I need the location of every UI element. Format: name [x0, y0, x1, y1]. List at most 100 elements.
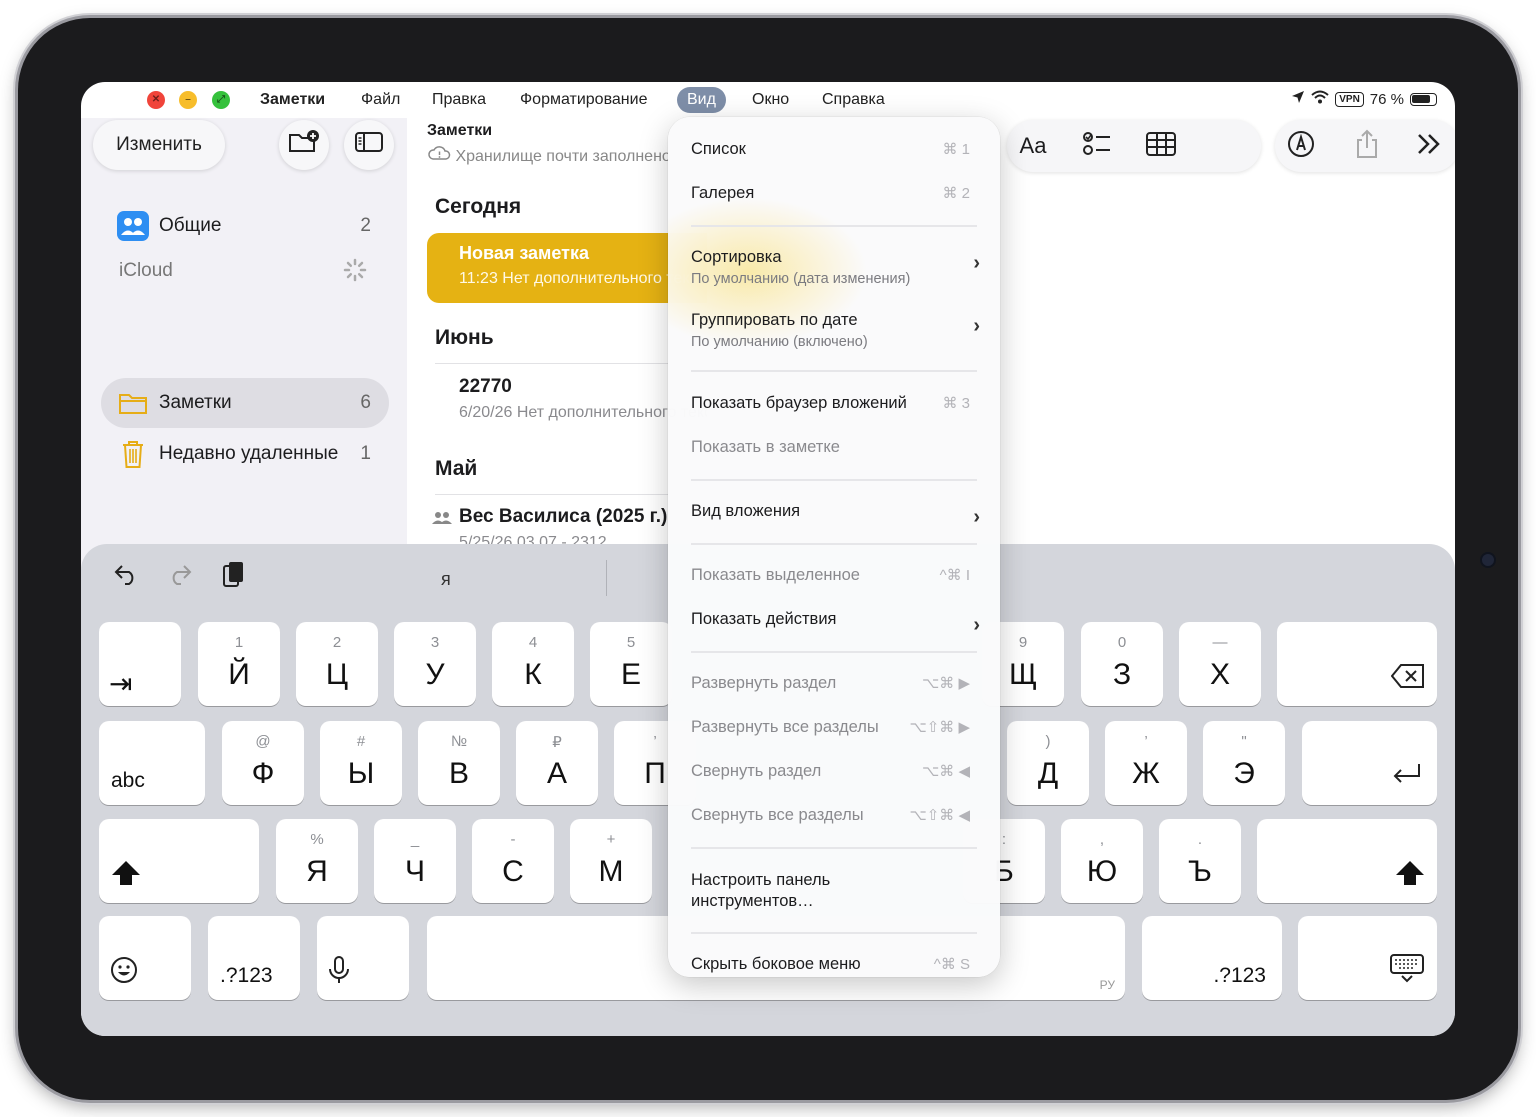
menu-item-expand-section[interactable]: Развернуть раздел ⌥⌘ ▶ [691, 674, 980, 693]
key-ъ[interactable]: .Ъ [1159, 819, 1241, 903]
chevron-right-icon: › [973, 315, 980, 337]
menu-item-collapse-section[interactable]: Свернуть раздел ⌥⌘ ◀ [691, 762, 980, 781]
menu-item-show-highlighted[interactable]: Показать выделенное ^⌘ I [691, 566, 980, 585]
key-ф[interactable]: @ Ф [222, 721, 304, 805]
shift-key-left[interactable] [99, 819, 259, 903]
window-maximize-button[interactable]: ⤢ [212, 91, 230, 109]
window-minimize-button[interactable]: – [179, 91, 197, 109]
more-button[interactable] [1411, 128, 1447, 164]
key-ю[interactable]: ,Ю [1061, 819, 1143, 903]
new-folder-button[interactable] [279, 120, 329, 170]
menu-help[interactable]: Справка [812, 87, 895, 113]
menu-window[interactable]: Окно [742, 87, 799, 113]
menu-item-attachments-browser[interactable]: Показать браузер вложений ⌘ 3 [691, 394, 980, 413]
menu-item-label: Свернуть все разделы [691, 806, 864, 824]
menu-item-hide-sidebar[interactable]: Скрыть боковое меню ^⌘ S [691, 955, 980, 974]
shift-icon [111, 860, 141, 891]
sidebar-item-label: Заметки [159, 392, 232, 413]
window-close-button[interactable]: ✕ [147, 91, 165, 109]
checklist-icon [1082, 130, 1112, 163]
view-menu-dropdown: Список ⌘ 1 Галерея ⌘ 2 Сортировка По умолча… [668, 117, 1000, 977]
key-э[interactable]: " Э [1203, 721, 1285, 805]
key-й[interactable]: 1Й [198, 622, 280, 706]
divider [435, 363, 707, 364]
sidebar-item-notes[interactable]: Заметки 6 [101, 378, 389, 428]
keyboard-suggestion[interactable]: я [441, 569, 451, 590]
menu-item-collapse-all-sections[interactable]: Свернуть все разделы ⌥⇧⌘ ◀ [691, 806, 980, 825]
menu-item-expand-all-sections[interactable]: Развернуть все разделы ⌥⇧⌘ ▶ [691, 718, 980, 737]
key-з[interactable]: 0З [1081, 622, 1163, 706]
menu-item-label: Показать действия [691, 610, 837, 628]
note-title: Вес Василиса (2025 г.) [459, 506, 668, 527]
menu-item-group-by-date[interactable]: Группировать по дате По умолчанию (включе… [691, 311, 980, 350]
key-у[interactable]: 3У [394, 622, 476, 706]
paste-button[interactable] [221, 560, 245, 595]
toggle-sidebar-button[interactable] [344, 120, 394, 170]
dictation-key[interactable] [317, 916, 409, 1000]
storage-warning[interactable]: Хранилище почти заполнено [427, 145, 671, 166]
menu-app[interactable]: Заметки [250, 87, 335, 113]
key-а[interactable]: ₽ А [516, 721, 598, 805]
menu-view[interactable]: Вид [677, 87, 726, 113]
menu-file[interactable]: Файл [351, 87, 410, 113]
markup-button[interactable] [1283, 128, 1319, 164]
menu-format[interactable]: Форматирование [510, 87, 657, 113]
menu-item-show-in-note[interactable]: Показать в заметке [691, 438, 980, 457]
menu-item-gallery[interactable]: Галерея ⌘ 2 [691, 184, 980, 203]
redo-button[interactable] [167, 562, 193, 591]
return-icon [1391, 762, 1423, 793]
key-secondary: - [510, 831, 516, 848]
menu-item-attachment-view[interactable]: Вид вложения › [691, 502, 980, 528]
key-secondary: # [356, 733, 366, 750]
key-х[interactable]: — Х [1179, 622, 1261, 706]
key-к[interactable]: 4К [492, 622, 574, 706]
abc-key[interactable]: abc [99, 721, 205, 805]
divider [435, 494, 707, 495]
share-button[interactable] [1349, 128, 1385, 164]
key-м[interactable]: + М [570, 819, 652, 903]
sidebar-item-shared[interactable]: Общие 2 [101, 201, 389, 251]
undo-button[interactable] [113, 562, 139, 591]
key-я[interactable]: % Я [276, 819, 358, 903]
menu-item-list[interactable]: Список ⌘ 1 [691, 140, 980, 159]
menu-item-customize-toolbar[interactable]: Настроить панель инструментов… [691, 870, 891, 912]
menu-item-show-actions[interactable]: Показать действия › [691, 610, 980, 636]
key-ц[interactable]: 2Ц [296, 622, 378, 706]
key-secondary: ’ [1144, 733, 1148, 750]
backspace-key[interactable] [1277, 622, 1437, 706]
edit-button[interactable]: Изменить [93, 120, 225, 170]
sidebar-item-count: 1 [360, 443, 371, 464]
key-label: К [524, 658, 542, 691]
wifi-icon [1311, 90, 1329, 108]
undo-icon [113, 565, 139, 590]
note-item-selected[interactable]: Новая заметка 11:23 Нет дополнительного … [427, 233, 707, 303]
numbers-key-right[interactable]: .?123 [1142, 916, 1282, 1000]
key-с[interactable]: -С [472, 819, 554, 903]
checklist-button[interactable] [1079, 128, 1115, 164]
emoji-key[interactable] [99, 916, 191, 1000]
menu-edit[interactable]: Правка [422, 87, 496, 113]
menu-separator [691, 651, 977, 653]
folder-icon [117, 387, 149, 419]
tab-key[interactable]: ⇥ [99, 622, 181, 706]
menu-item-shortcut: ⌥⇧⌘ ▶ [909, 719, 970, 736]
numbers-key-left[interactable]: .?123 [208, 916, 300, 1000]
chevron-right-icon: › [973, 252, 980, 274]
table-button[interactable] [1143, 128, 1179, 164]
key-label: А [546, 757, 567, 790]
format-text-button[interactable]: Aa [1015, 128, 1051, 164]
sync-spinner-icon [343, 258, 367, 287]
menu-separator [691, 479, 977, 481]
key-ы[interactable]: # Ы [320, 721, 402, 805]
key-д[interactable]: ) Д [1007, 721, 1089, 805]
key-ж[interactable]: ’ Ж [1105, 721, 1187, 805]
shift-key-right[interactable] [1257, 819, 1437, 903]
menu-item-label: Галерея [691, 184, 755, 202]
sidebar-item-recently-deleted[interactable]: Недавно удаленные 1 [101, 429, 389, 479]
hide-keyboard-key[interactable] [1298, 916, 1437, 1000]
key-е[interactable]: 5Е [590, 622, 672, 706]
key-в[interactable]: № В [418, 721, 500, 805]
menu-item-sort[interactable]: Сортировка По умолчанию (дата изменения) › [691, 248, 980, 287]
return-key[interactable] [1302, 721, 1437, 805]
key-ч[interactable]: _ Ч [374, 819, 456, 903]
